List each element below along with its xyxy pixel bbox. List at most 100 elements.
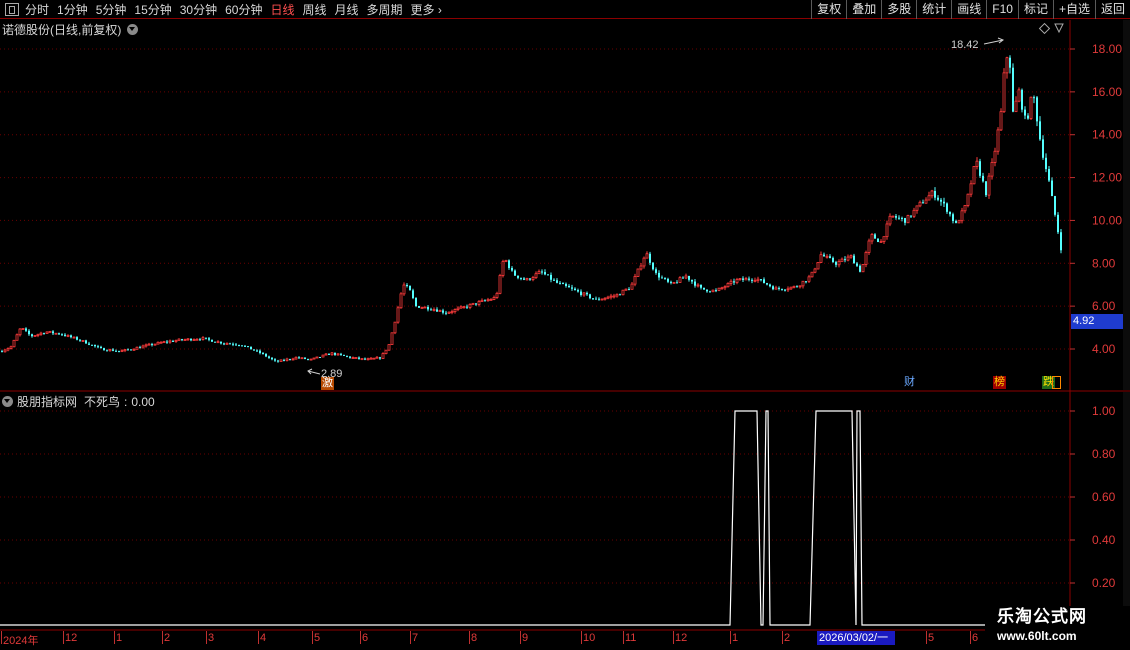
candle-body: [328, 353, 330, 355]
price-tick-label: 6.00: [1092, 299, 1116, 313]
candle-body: [874, 234, 876, 239]
candle-body: [3, 349, 7, 353]
candle-body: [168, 340, 172, 343]
price-tick-label: 4.00: [1092, 342, 1116, 356]
candle-body: [144, 344, 148, 347]
candle-body: [315, 356, 319, 359]
chevron-down-icon[interactable]: [2, 396, 13, 407]
date-tick: [162, 631, 163, 644]
date-tick: [258, 631, 259, 644]
candle-body: [58, 333, 60, 335]
indicator-colon: :: [124, 394, 128, 409]
diamond-icon[interactable]: [1038, 22, 1051, 35]
candle-body: [208, 338, 210, 340]
candle-body: [559, 282, 561, 284]
candle-body: [619, 294, 621, 296]
candle-body: [789, 286, 793, 290]
candle-body: [229, 343, 231, 345]
candle-body: [603, 297, 607, 300]
date-tick: [360, 631, 361, 644]
candle-body: [906, 215, 910, 224]
candle-body: [300, 357, 304, 360]
candle-body: [696, 284, 700, 287]
candle-body: [571, 287, 573, 289]
month-label: 11: [625, 632, 637, 644]
candle-body: [369, 357, 373, 360]
event-badge-cai[interactable]: 财: [903, 376, 916, 389]
candle-body: [298, 357, 300, 359]
candle-body: [807, 276, 811, 282]
chevron-down-icon[interactable]: [127, 24, 139, 35]
candle-body: [649, 253, 651, 263]
candle-body: [927, 195, 931, 201]
candle-body: [636, 268, 640, 277]
candle-body: [901, 217, 903, 219]
candle-body: [106, 350, 108, 352]
candle-body: [52, 331, 54, 334]
date-tick: [673, 631, 674, 644]
candle-body: [846, 256, 850, 261]
candle-body: [717, 287, 721, 291]
candle-body: [375, 356, 379, 359]
candle-body: [1021, 89, 1023, 110]
candle-body: [364, 358, 366, 360]
candle-body: [861, 264, 865, 273]
candle-body: [115, 350, 117, 352]
candle-body: [259, 350, 261, 353]
candle-body: [166, 341, 168, 343]
candle-body: [139, 347, 141, 349]
candle-body: [957, 220, 961, 224]
candle-body: [412, 290, 414, 299]
kline-chart[interactable]: 18.0016.0014.0012.0010.008.006.004.00 1.…: [0, 0, 1130, 650]
candle-body: [778, 287, 780, 289]
candle-body: [349, 356, 351, 358]
candle-body: [172, 340, 174, 342]
candle-body: [199, 339, 201, 341]
candle-body: [459, 306, 463, 309]
candle-body: [667, 278, 669, 282]
candle-body: [162, 341, 166, 344]
candle-body: [891, 215, 895, 218]
candle-body: [238, 344, 240, 346]
candle-body: [975, 160, 979, 167]
triangle-icon[interactable]: [1054, 23, 1064, 34]
candle-body: [819, 254, 823, 263]
event-badge-ji[interactable]: 激: [321, 377, 334, 390]
candle-body: [381, 353, 385, 359]
candle-body: [628, 289, 630, 291]
candle-body: [256, 350, 258, 352]
date-tick: [114, 631, 115, 644]
candle-body: [495, 292, 499, 298]
candle-body: [12, 339, 16, 348]
candle-body: [744, 278, 748, 281]
candle-body: [265, 353, 267, 357]
candle-body: [54, 332, 58, 335]
current-price-tag: 4.92: [1071, 314, 1123, 329]
candle-body: [88, 343, 90, 345]
date-tick: [63, 631, 64, 644]
candle-body: [574, 288, 576, 291]
event-badge-bang[interactable]: 榜: [993, 376, 1006, 389]
candle-body: [235, 344, 237, 346]
candle-body: [25, 328, 27, 331]
candle-body: [1054, 196, 1056, 215]
price-tick-label: 16.00: [1092, 85, 1122, 99]
candle-body: [409, 285, 411, 291]
candle-body: [553, 279, 555, 281]
indicator-series: [0, 410, 1068, 626]
candle-body: [589, 294, 591, 299]
candle-body: [330, 352, 334, 356]
candle-body: [396, 307, 400, 323]
candle-body: [1027, 115, 1029, 119]
watermark-title: 乐淘公式网: [997, 607, 1087, 626]
candle-body: [291, 358, 295, 361]
candle-body: [360, 358, 364, 360]
candle-body: [262, 352, 264, 354]
candle-body: [742, 278, 744, 280]
low-arrow: [307, 368, 321, 375]
event-highlight-box: [1052, 376, 1061, 389]
candle-body: [837, 260, 841, 266]
candle-body: [985, 181, 987, 196]
candle-body: [393, 321, 397, 334]
candle-body: [915, 205, 919, 211]
